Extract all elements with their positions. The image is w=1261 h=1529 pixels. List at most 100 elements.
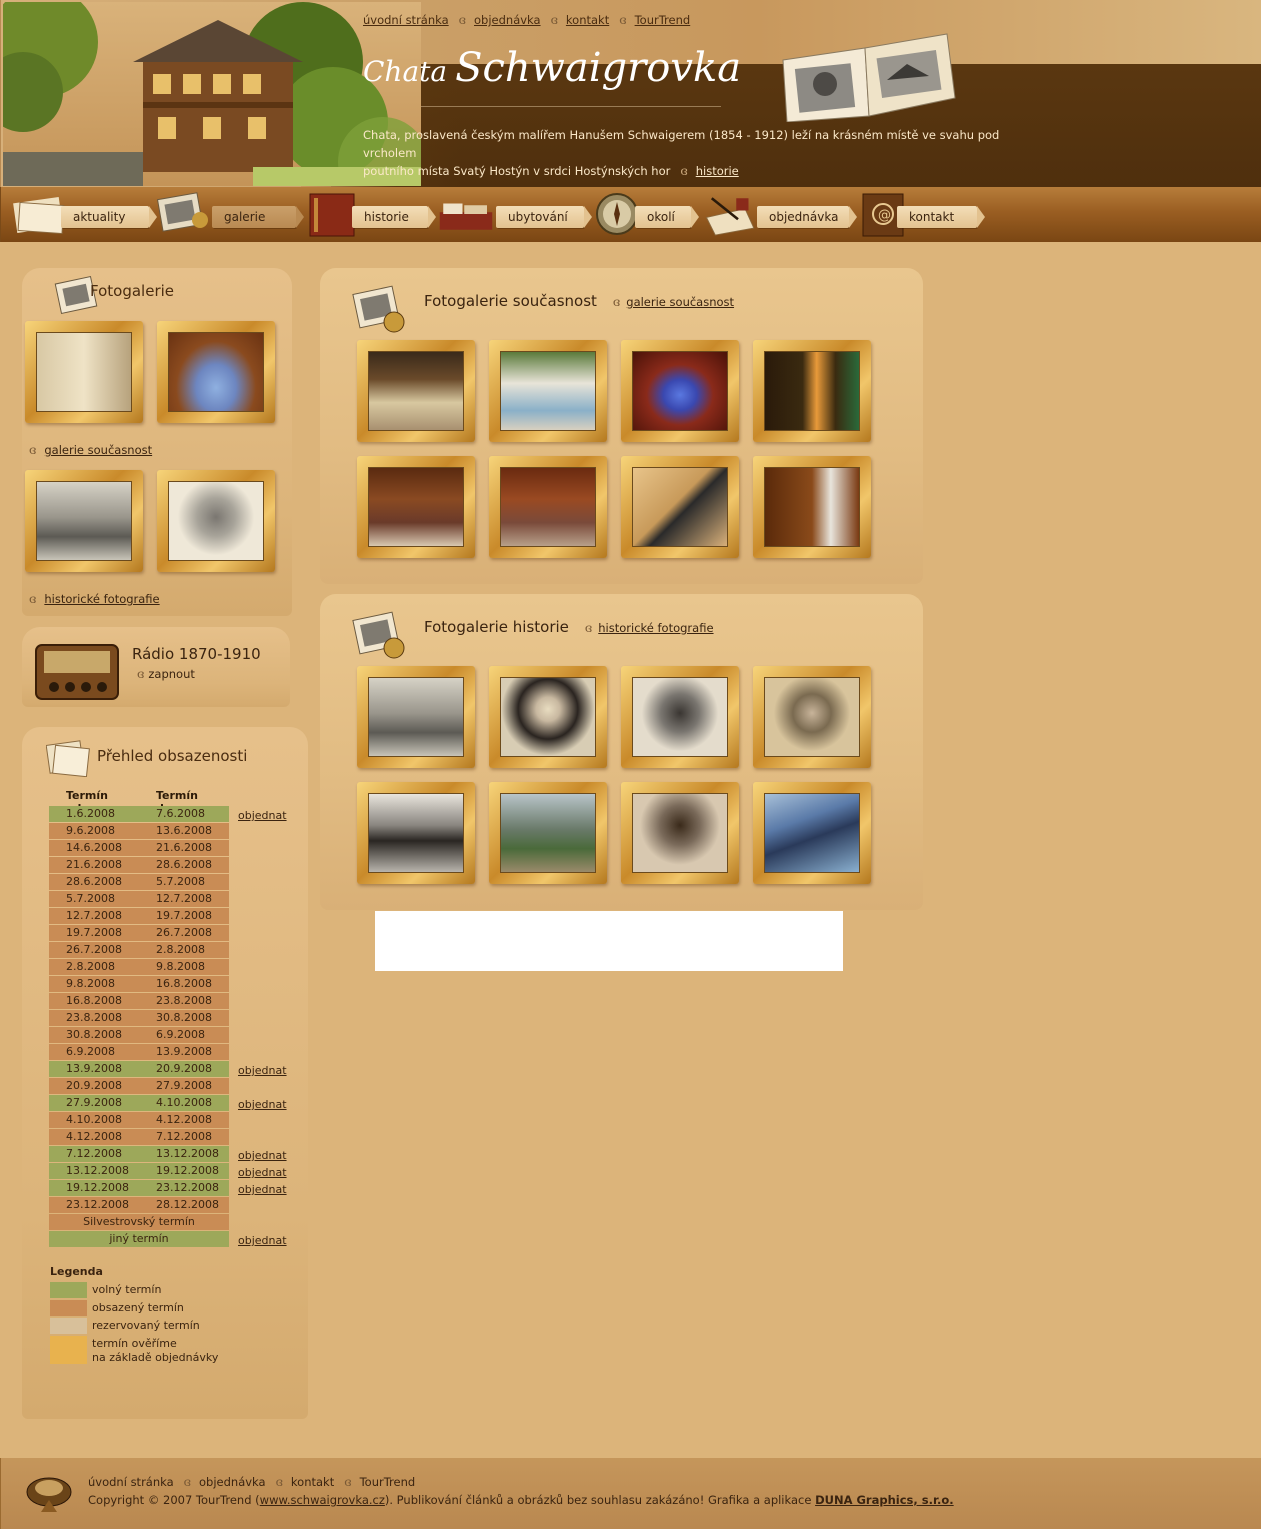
footer-link-contact[interactable]: kontakt	[291, 1475, 334, 1489]
occupancy-row: 4.12.2008 7.12.2008	[49, 1129, 229, 1145]
term-label: Silvestrovský termín	[83, 1215, 195, 1228]
gallery-thumb[interactable]	[753, 456, 871, 558]
thumb-photo	[632, 351, 728, 431]
copyright-pre: Copyright © 2007 TourTrend (	[88, 1493, 260, 1507]
gallery-thumb[interactable]	[753, 782, 871, 884]
term-to: 26.7.2008	[156, 926, 212, 939]
swirl-icon: ɞ	[550, 13, 558, 27]
gallery-thumb[interactable]	[357, 782, 475, 884]
gallery-thumb[interactable]	[753, 340, 871, 442]
order-link[interactable]: objednat	[238, 1148, 287, 1164]
term-to: 20.9.2008	[156, 1062, 212, 1075]
term-to: 13.9.2008	[156, 1045, 212, 1058]
main-nav: aktuality galerie historie ubytování oko…	[0, 187, 1261, 242]
occupancy-row: 21.6.2008 28.6.2008	[49, 857, 229, 873]
gallery-thumb[interactable]	[489, 782, 607, 884]
link-historic-photos[interactable]: historické fotografie	[598, 621, 713, 635]
gallery-thumb[interactable]	[25, 321, 143, 423]
nav-tab-galerie[interactable]: galerie	[212, 206, 304, 228]
nav-tab-okoli[interactable]: okolí	[635, 206, 699, 228]
term-from: 13.9.2008	[66, 1062, 122, 1075]
term-from: 9.6.2008	[66, 824, 115, 837]
footer-link-tourtrend[interactable]: TourTrend	[360, 1475, 416, 1489]
bed-icon	[439, 203, 493, 230]
link-historic-photos[interactable]: historické fotografie	[44, 592, 159, 606]
site-url-link[interactable]: www.schwaigrovka.cz	[260, 1493, 385, 1507]
link-gallery-present[interactable]: galerie současnost	[626, 295, 734, 309]
gallery-thumb[interactable]	[489, 666, 607, 768]
swirl-icon: ɞ	[584, 621, 593, 635]
copyright: Copyright © 2007 TourTrend (www.schwaigr…	[88, 1493, 954, 1507]
order-link[interactable]: objednat	[238, 808, 287, 824]
top-nav: úvodní stránka ɞ objednávka ɞ kontakt ɞ TourTr…	[363, 13, 690, 27]
occupancy-row: 20.9.2008 27.9.2008	[49, 1078, 229, 1094]
order-link[interactable]: objednat	[238, 1233, 287, 1249]
credit-link[interactable]: DUNA Graphics, s.r.o.	[815, 1493, 954, 1507]
term-to: 13.12.2008	[156, 1147, 219, 1160]
swirl-icon: ɞ	[458, 13, 466, 27]
title-underline	[421, 106, 721, 107]
site-logo-title[interactable]: Chata Schwaigrovka	[363, 45, 741, 91]
top-link-tourtrend[interactable]: TourTrend	[635, 13, 691, 27]
gallery-thumb[interactable]	[25, 470, 143, 572]
gallery-thumb[interactable]	[357, 340, 475, 442]
thumb-photo	[764, 677, 860, 757]
gallery-thumb[interactable]	[621, 340, 739, 442]
term-from: 4.12.2008	[66, 1130, 122, 1143]
radio-play-link[interactable]: zapnout	[148, 667, 195, 681]
gallery-thumb[interactable]	[357, 456, 475, 558]
term-to: 12.7.2008	[156, 892, 212, 905]
radio-icon[interactable]	[34, 643, 120, 701]
occupancy-row: 27.9.2008 4.10.2008	[49, 1095, 229, 1111]
legend-label: volný termín	[92, 1283, 162, 1296]
order-link[interactable]: objednat	[238, 1182, 287, 1198]
term-to: 19.7.2008	[156, 909, 212, 922]
legend-label: termín ověříme	[92, 1337, 177, 1350]
occupancy-row: 28.6.2008 5.7.2008	[49, 874, 229, 890]
occupancy-row: 23.8.2008 30.8.2008	[49, 1010, 229, 1026]
top-link-order[interactable]: objednávka	[474, 13, 541, 27]
term-from: 30.8.2008	[66, 1028, 122, 1041]
nav-tab-objednavka[interactable]: objednávka	[757, 206, 857, 228]
gallery-thumb[interactable]	[157, 321, 275, 423]
gallery-thumb[interactable]	[753, 666, 871, 768]
link-gallery-present[interactable]: galerie současnost	[44, 443, 152, 457]
gallery-thumb[interactable]	[621, 666, 739, 768]
term-from: 14.6.2008	[66, 841, 122, 854]
photos-icon	[352, 285, 405, 333]
nav-tab-kontakt[interactable]: kontakt	[897, 206, 985, 228]
order-link[interactable]: objednat	[238, 1097, 287, 1113]
gallery-thumb[interactable]	[621, 782, 739, 884]
occupancy-row: 14.6.2008 21.6.2008	[49, 840, 229, 856]
occupancy-row: 7.12.2008 13.12.2008	[49, 1146, 229, 1162]
top-link-contact[interactable]: kontakt	[566, 13, 609, 27]
footer-link-home[interactable]: úvodní stránka	[88, 1475, 174, 1489]
thumb-photo	[764, 467, 860, 547]
nav-tab-historie[interactable]: historie	[352, 206, 436, 228]
nav-tab-aktuality[interactable]: aktuality	[61, 206, 157, 228]
order-link[interactable]: objednat	[238, 1165, 287, 1181]
intro-text: Chata, proslavená českým malířem Hanušem…	[363, 126, 1023, 180]
gallery-thumb[interactable]	[357, 666, 475, 768]
occupancy-title: Přehled obsazenosti	[97, 747, 248, 765]
film-reel-icon	[26, 1477, 72, 1512]
term-to: 16.8.2008	[156, 977, 212, 990]
top-link-home[interactable]: úvodní stránka	[363, 13, 449, 27]
history-link[interactable]: historie	[696, 164, 739, 178]
copyright-post: ). Publikování článků a obrázků bez souh…	[384, 1493, 816, 1507]
swirl-icon: ɞ	[183, 1475, 191, 1489]
occupancy-row: 30.8.2008 6.9.2008	[49, 1027, 229, 1043]
order-link[interactable]: objednat	[238, 1063, 287, 1079]
footer-link-order[interactable]: objednávka	[199, 1475, 266, 1489]
gallery-thumb[interactable]	[489, 456, 607, 558]
gallery-thumb[interactable]	[489, 340, 607, 442]
occupancy-row: 19.12.2008 23.12.2008	[49, 1180, 229, 1196]
gallery-thumb[interactable]	[621, 456, 739, 558]
thumb-photo	[632, 677, 728, 757]
gallery-thumb[interactable]	[157, 470, 275, 572]
thumb-photo	[368, 793, 464, 873]
nav-tab-ubytovani[interactable]: ubytování	[496, 206, 592, 228]
chalet-photo	[3, 2, 421, 186]
thumb-photo	[632, 467, 728, 547]
term-from: 9.8.2008	[66, 977, 115, 990]
